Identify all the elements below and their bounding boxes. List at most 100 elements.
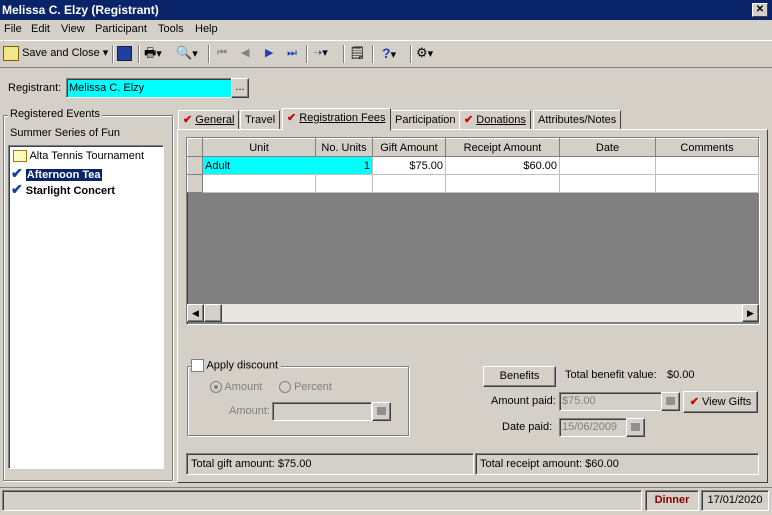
cell-gift-amount[interactable]: $75.00	[372, 156, 446, 175]
scroll-right-button[interactable]: ▶	[742, 304, 759, 322]
total-benefit-label: Total benefit value:	[565, 369, 657, 381]
cell-comments[interactable]	[655, 156, 759, 175]
save-close-icon	[3, 45, 19, 61]
column-header[interactable]: Receipt Amount	[445, 138, 560, 157]
calculator-button[interactable]	[372, 402, 391, 421]
tab-general[interactable]: ✔ General	[178, 110, 240, 130]
tab-label: General	[195, 114, 235, 126]
date-paid-field[interactable]: 15/06/2009	[559, 418, 627, 437]
tab-registration-fees[interactable]: ✔ Registration Fees	[282, 108, 391, 131]
registrant-browse-button[interactable]: ...	[231, 78, 249, 98]
goto-button[interactable]: ➝▾	[313, 44, 328, 62]
menu-bar: File Edit View Participant Tools Help	[0, 20, 772, 40]
next-icon: ▶	[265, 47, 274, 59]
cell-unit[interactable]: Adult	[202, 156, 316, 175]
discount-amount-label: Amount:	[229, 405, 270, 417]
event-label: Alta Tennis Tournament	[29, 150, 145, 162]
save-button[interactable]	[117, 44, 132, 62]
cell-receipt-amount[interactable]: $60.00	[445, 156, 560, 175]
amount-radio[interactable]: Amount	[210, 381, 263, 394]
amount-paid-field[interactable]: $75.00	[559, 392, 663, 411]
menu-tools[interactable]: Tools	[158, 23, 184, 35]
cell-date[interactable]	[559, 156, 656, 175]
row-selector[interactable]	[187, 174, 203, 193]
first-icon: ⏮	[217, 47, 227, 59]
row-selector[interactable]	[187, 156, 203, 175]
percent-radio[interactable]: Percent	[279, 381, 332, 394]
save-close-button[interactable]: Save and Close ▾	[3, 44, 108, 62]
discount-amount-field[interactable]	[272, 402, 372, 421]
help-button[interactable]: ?▾	[382, 44, 396, 62]
column-header[interactable]: No. Units	[315, 138, 373, 157]
first-record-button[interactable]: ⏮	[217, 44, 227, 62]
close-button[interactable]: ✕	[752, 3, 768, 17]
last-record-button[interactable]: ⏭	[287, 44, 297, 62]
checkbox-box	[191, 359, 204, 372]
event-label: Afternoon Tea	[25, 169, 102, 181]
table-row[interactable]	[187, 174, 759, 193]
next-record-button[interactable]: ▶	[265, 44, 273, 62]
cell-date[interactable]	[559, 174, 656, 193]
chevron-down-icon: ▾	[322, 47, 328, 59]
apply-discount-checkbox[interactable]: Apply discount	[191, 359, 281, 372]
tab-participation[interactable]: Participation	[390, 110, 461, 130]
print-button[interactable]: 🖶▾	[144, 44, 162, 62]
toolbar-separator	[112, 45, 114, 63]
registered-events-label: Registered Events	[8, 108, 102, 120]
scroll-thumb[interactable]	[204, 304, 222, 322]
menu-help[interactable]: Help	[195, 23, 218, 35]
tab-label: Donations	[476, 114, 526, 126]
toolbar-separator	[138, 45, 140, 63]
amount-radio-label: Amount	[224, 381, 263, 393]
tab-attributes-notes[interactable]: Attributes/Notes	[533, 110, 622, 130]
cell-receipt-amount[interactable]	[445, 174, 560, 193]
column-header[interactable]: Date	[559, 138, 656, 157]
list-item[interactable]: ✔ Afternoon Tea	[11, 165, 102, 182]
discount-group	[187, 366, 409, 436]
benefits-button[interactable]: Benefits	[483, 366, 556, 387]
properties-icon: 🗒	[349, 45, 366, 60]
registrant-label: Registrant:	[8, 82, 62, 94]
tab-donations[interactable]: ✔ Donations	[459, 110, 531, 130]
arrow-right-icon: ➝	[313, 47, 323, 59]
arrow-right-icon: ▶	[747, 308, 754, 318]
cell-comments[interactable]	[655, 174, 759, 193]
column-header[interactable]: Unit	[202, 138, 316, 157]
menu-file[interactable]: File	[4, 23, 22, 35]
tab-travel[interactable]: Travel	[240, 110, 281, 130]
preview-button[interactable]: 🔍▾	[176, 44, 198, 62]
cell-units[interactable]: 1	[315, 156, 373, 175]
help-icon: ?	[382, 45, 391, 61]
menu-view[interactable]: View	[61, 23, 85, 35]
arrow-left-icon: ◀	[192, 308, 199, 318]
tools-button[interactable]: ⚙▾	[416, 44, 433, 62]
window-title: Melissa C. Elzy (Registrant)	[2, 3, 159, 17]
scroll-left-button[interactable]: ◀	[187, 304, 204, 322]
menu-participant[interactable]: Participant	[95, 23, 147, 35]
toolbar-separator	[343, 45, 345, 63]
horizontal-scrollbar[interactable]: ◀ ▶	[187, 304, 759, 322]
calculator-button[interactable]	[661, 392, 680, 411]
table-row[interactable]: Adult 1 $75.00 $60.00	[187, 156, 759, 175]
chevron-down-icon: ▾	[156, 48, 162, 60]
previous-icon: ◀	[241, 47, 250, 59]
tab-label: Travel	[245, 114, 276, 126]
menu-edit[interactable]: Edit	[31, 23, 50, 35]
cell-gift-amount[interactable]	[372, 174, 446, 193]
list-item[interactable]: Alta Tennis Tournament	[13, 150, 145, 163]
cell-units[interactable]	[315, 174, 373, 193]
column-header[interactable]: Gift Amount	[372, 138, 446, 157]
toolbar-separator	[306, 45, 308, 63]
calendar-button[interactable]	[626, 418, 645, 437]
view-gifts-button[interactable]: ✔ View Gifts	[683, 391, 758, 413]
cell-unit[interactable]	[202, 174, 316, 193]
previous-record-button[interactable]: ◀	[241, 44, 249, 62]
properties-button[interactable]: 🗒	[349, 44, 366, 62]
check-icon: ✔	[183, 114, 193, 126]
date-paid-label: Date paid:	[502, 421, 553, 433]
registrant-field[interactable]: Melissa C. Elzy	[66, 78, 233, 98]
toolbar: Save and Close ▾ 🖶▾ 🔍▾ ⏮ ◀ ▶ ⏭ ➝▾ 🗒 ?▾ ⚙…	[0, 40, 772, 68]
column-header[interactable]: Comments	[655, 138, 759, 157]
list-item[interactable]: ✔ Starlight Concert	[11, 181, 115, 198]
chevron-down-icon: ▾	[427, 48, 434, 60]
